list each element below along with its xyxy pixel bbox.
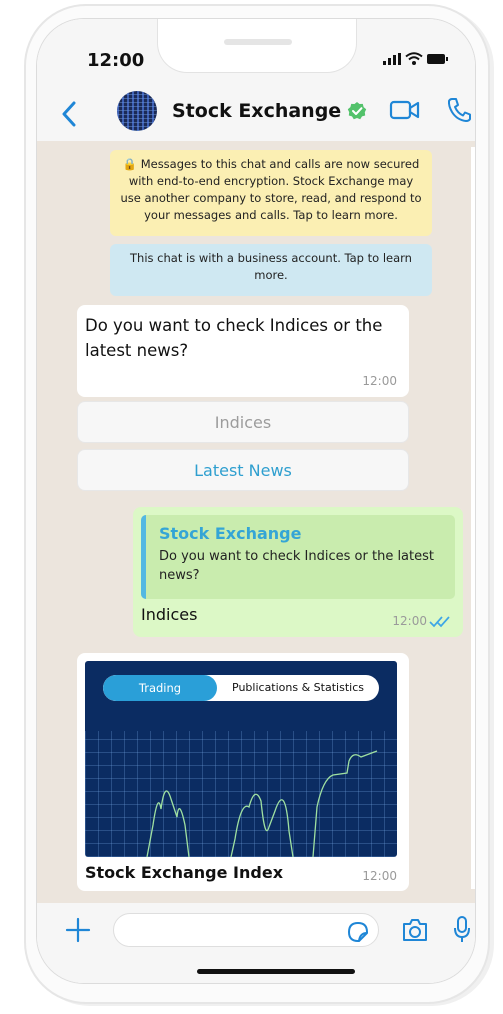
- image-time: 12:00: [362, 869, 397, 883]
- read-receipt-icon: [429, 616, 450, 628]
- incoming-message: Do you want to check Indices or the late…: [77, 305, 409, 397]
- microphone-icon[interactable]: [453, 915, 471, 945]
- quick-reply-indices[interactable]: Indices: [77, 401, 409, 443]
- message-time: 12:00: [362, 374, 397, 388]
- outgoing-message: Stock Exchange Do you want to check Indi…: [133, 507, 463, 637]
- encryption-notice[interactable]: 🔒 Messages to this chat and calls are no…: [110, 150, 432, 236]
- message-text: Do you want to check Indices or the late…: [85, 316, 383, 360]
- status-bar: 12:00: [37, 19, 475, 89]
- reply-text: Indices: [141, 605, 198, 624]
- battery-icon: [427, 53, 448, 64]
- quote-bar: [141, 515, 146, 599]
- notch: [157, 19, 357, 73]
- outgoing-time: 12:00: [392, 614, 427, 628]
- sticker-icon[interactable]: [347, 921, 369, 943]
- scrollbar[interactable]: [471, 147, 475, 889]
- index-line-chart: [146, 750, 378, 857]
- quoted-sender: Stock Exchange: [159, 524, 302, 543]
- phone-call-icon[interactable]: [447, 97, 471, 123]
- quick-reply-latest-news[interactable]: Latest News: [77, 449, 409, 491]
- chat-area[interactable]: 🔒 Messages to this chat and calls are no…: [37, 141, 475, 903]
- image-message: Trading Publications & Statistics Stock …: [77, 653, 409, 891]
- image-caption: Stock Exchange Index: [85, 863, 284, 882]
- plus-icon[interactable]: [65, 917, 91, 943]
- message-input[interactable]: [113, 913, 379, 947]
- quoted-message[interactable]: Stock Exchange Do you want to check Indi…: [141, 515, 455, 599]
- tab-publications: Publications & Statistics: [232, 681, 364, 694]
- composer-bar: [37, 903, 475, 983]
- home-indicator[interactable]: [197, 969, 355, 974]
- tab-trading: Trading: [103, 675, 217, 701]
- avatar[interactable]: [117, 91, 157, 131]
- business-account-notice[interactable]: This chat is with a business account. Ta…: [110, 244, 432, 296]
- signal-icon: [383, 52, 401, 65]
- chat-header: Stock Exchange: [37, 89, 475, 142]
- video-call-icon[interactable]: [389, 99, 421, 121]
- quoted-text: Do you want to check Indices or the late…: [159, 549, 434, 583]
- speaker: [224, 39, 292, 45]
- wifi-icon: [405, 52, 423, 65]
- phone-screen: 12:00 Stock Exchange 🔒 Messages to this …: [36, 18, 476, 984]
- image-tabs: Trading Publications & Statistics: [103, 675, 379, 701]
- camera-icon[interactable]: [401, 917, 429, 943]
- verified-badge-icon: [348, 102, 367, 120]
- index-image[interactable]: Trading Publications & Statistics: [85, 661, 397, 857]
- contact-title[interactable]: Stock Exchange: [172, 100, 367, 122]
- status-time: 12:00: [87, 50, 145, 71]
- status-icons: [383, 52, 449, 65]
- contact-name: Stock Exchange: [172, 100, 342, 122]
- back-icon[interactable]: [61, 101, 77, 127]
